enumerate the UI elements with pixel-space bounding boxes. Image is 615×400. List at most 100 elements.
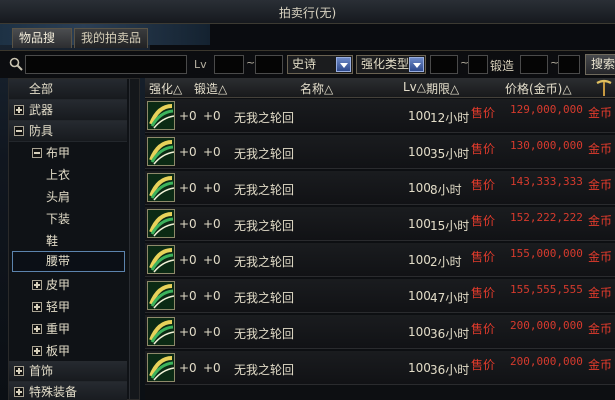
results-table: 强化△ 锻造△ 名称△ Lv△ 期限△ 价格(金币)△ +0 +0 无我之轮回 …: [145, 78, 615, 400]
expand-plus-icon[interactable]: [14, 387, 24, 397]
enhance-value: +0: [179, 145, 197, 159]
category-armor[interactable]: 防具: [9, 121, 127, 142]
currency-label: 金币: [588, 250, 613, 264]
item-level: 100: [408, 181, 431, 195]
forge-value: +0: [203, 109, 221, 123]
category-special[interactable]: 特殊装备: [9, 382, 127, 400]
enhance-value: +0: [179, 109, 197, 123]
category-weapons[interactable]: 武器: [9, 100, 127, 121]
enhance-max-field[interactable]: [468, 55, 488, 74]
price-value: 143,333,333: [510, 175, 583, 188]
time-left: 2小时: [430, 255, 462, 269]
table-row[interactable]: +0 +0 无我之轮回 100 12小时 售价 129,000,000 金币: [145, 99, 615, 133]
category-shoulder[interactable]: 头肩: [9, 187, 127, 208]
forge-value: +0: [203, 217, 221, 231]
expand-plus-icon[interactable]: [32, 280, 42, 290]
expand-plus-icon[interactable]: [14, 366, 24, 376]
category-label: 特殊装备: [29, 385, 78, 399]
category-top[interactable]: 上衣: [9, 165, 127, 186]
sale-label: 售价: [471, 286, 496, 300]
category-all[interactable]: 全部: [9, 79, 127, 100]
forge-value: +0: [203, 253, 221, 267]
time-left: 36小时: [430, 363, 470, 377]
expand-plus-icon[interactable]: [32, 346, 42, 356]
belt-item-icon[interactable]: [147, 281, 175, 310]
price-value: 155,555,555: [510, 283, 583, 296]
forge-max-field[interactable]: [558, 55, 580, 74]
sale-label: 售价: [471, 106, 496, 120]
forge-value: +0: [203, 361, 221, 375]
enhance-type-dropdown[interactable]: 强化类型: [356, 55, 426, 74]
time-left: 8小时: [430, 183, 462, 197]
tab-item-search[interactable]: 物品搜索: [12, 28, 72, 64]
item-name: 无我之轮回: [234, 111, 295, 125]
sale-label: 售价: [471, 358, 496, 372]
lv-max-field[interactable]: [255, 55, 283, 74]
table-row[interactable]: +0 +0 无我之轮回 100 2小时 售价 155,000,000 金币: [145, 243, 615, 277]
search-button[interactable]: 搜索: [585, 54, 615, 75]
time-left: 35小时: [430, 147, 470, 161]
col-forge[interactable]: 锻造△: [194, 80, 227, 97]
table-row[interactable]: +0 +0 无我之轮回 100 8小时 售价 143,333,333 金币: [145, 171, 615, 205]
table-row[interactable]: +0 +0 无我之轮回 100 36小时 售价 200,000,000 金币: [145, 351, 615, 385]
belt-item-icon[interactable]: [147, 173, 175, 202]
sale-label: 售价: [471, 214, 496, 228]
tab-my-auctions[interactable]: 我的拍卖品: [74, 28, 148, 48]
magnifier-icon: [9, 57, 23, 71]
col-price[interactable]: 价格(金币)△: [505, 80, 572, 97]
enhance-min-field[interactable]: [430, 55, 458, 74]
enhance-value: +0: [179, 361, 197, 375]
search-input[interactable]: [25, 55, 187, 74]
expand-plus-icon[interactable]: [32, 324, 42, 334]
chevron-down-icon: [409, 57, 424, 72]
lv-min-field[interactable]: [214, 55, 244, 74]
item-name: 无我之轮回: [234, 147, 295, 161]
table-row[interactable]: +0 +0 无我之轮回 100 36小时 售价 200,000,000 金币: [145, 315, 615, 349]
currency-label: 金币: [588, 214, 613, 228]
enhance-value: +0: [179, 217, 197, 231]
item-name: 无我之轮回: [234, 363, 295, 377]
belt-item-icon[interactable]: [147, 137, 175, 166]
rarity-dropdown[interactable]: 史诗: [287, 55, 353, 74]
title-bar: 拍卖行(无): [0, 0, 615, 24]
table-header: 强化△ 锻造△ 名称△ Lv△ 期限△ 价格(金币)△: [145, 78, 615, 98]
item-name: 无我之轮回: [234, 291, 295, 305]
category-light-armor[interactable]: 轻甲: [9, 297, 127, 318]
category-label: 首饰: [29, 364, 54, 378]
belt-item-icon[interactable]: [147, 317, 175, 346]
collapse-minus-icon[interactable]: [14, 126, 24, 136]
belt-item-icon[interactable]: [147, 101, 175, 130]
table-row[interactable]: +0 +0 无我之轮回 100 15小时 售价 152,222,222 金币: [145, 207, 615, 241]
category-cloth[interactable]: 布甲: [9, 143, 127, 164]
category-leather[interactable]: 皮甲: [9, 275, 127, 296]
belt-item-icon[interactable]: [147, 245, 175, 274]
price-value: 200,000,000: [510, 319, 583, 332]
category-belt[interactable]: 腰带: [12, 251, 125, 272]
category-pants[interactable]: 下装: [9, 209, 127, 230]
expand-plus-icon[interactable]: [32, 302, 42, 312]
item-level: 100: [408, 109, 431, 123]
col-enhance[interactable]: 强化△: [149, 80, 182, 97]
category-plate[interactable]: 板甲: [9, 341, 127, 362]
category-accessories[interactable]: 首饰: [9, 361, 127, 382]
currency-label: 金币: [588, 286, 613, 300]
sale-label: 售价: [471, 178, 496, 192]
col-time[interactable]: 期限△: [426, 80, 459, 97]
category-heavy-armor[interactable]: 重甲: [9, 319, 127, 340]
enhance-value: +0: [179, 289, 197, 303]
table-row[interactable]: +0 +0 无我之轮回 100 47小时 售价 155,555,555 金币: [145, 279, 615, 313]
currency-label: 金币: [588, 358, 613, 372]
belt-item-icon[interactable]: [147, 209, 175, 238]
col-name[interactable]: 名称△: [300, 80, 333, 97]
category-scrollbar[interactable]: [129, 79, 139, 399]
col-lv[interactable]: Lv△: [403, 80, 426, 94]
item-level: 100: [408, 361, 431, 375]
belt-item-icon[interactable]: [147, 353, 175, 382]
forge-min-field[interactable]: [520, 55, 548, 74]
collapse-minus-icon[interactable]: [32, 148, 42, 158]
table-row[interactable]: +0 +0 无我之轮回 100 35小时 售价 130,000,000 金币: [145, 135, 615, 169]
time-left: 15小时: [430, 219, 470, 233]
category-label: 布甲: [46, 146, 71, 160]
expand-plus-icon[interactable]: [14, 105, 24, 115]
category-shoes[interactable]: 鞋: [9, 231, 127, 252]
